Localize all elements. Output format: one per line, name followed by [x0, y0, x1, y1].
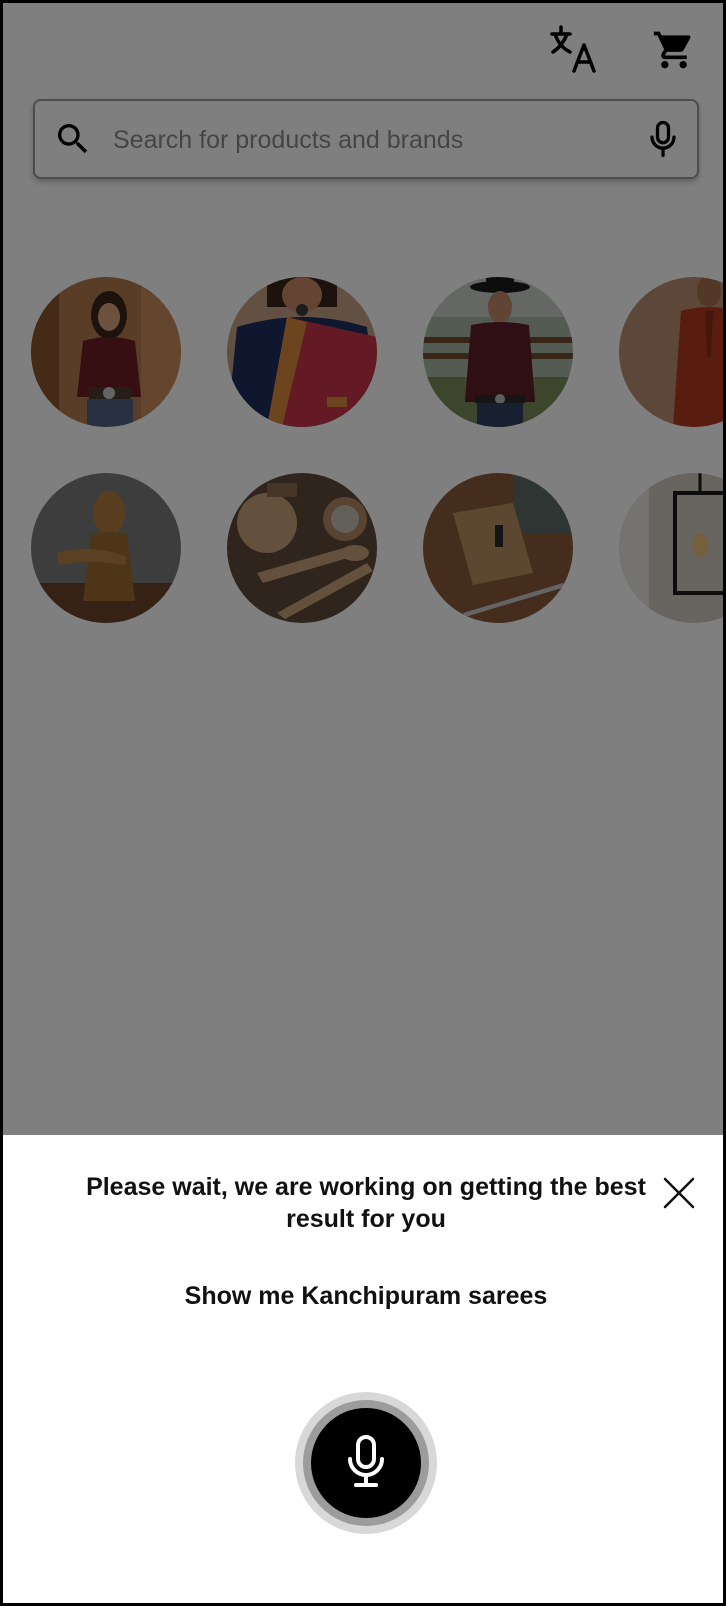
mic-ring [303, 1400, 429, 1526]
status-message: Please wait, we are working on getting t… [86, 1173, 646, 1233]
device-frame: Please wait, we are working on getting t… [0, 0, 726, 1606]
microphone-icon [348, 1435, 384, 1487]
voice-search-sheet: Please wait, we are working on getting t… [3, 1135, 723, 1603]
voice-mic-button[interactable] [295, 1392, 437, 1534]
home-screen: Please wait, we are working on getting t… [3, 3, 723, 1603]
mic-button-core [311, 1408, 421, 1518]
recognized-query: Show me Kanchipuram sarees [184, 1282, 548, 1310]
close-icon[interactable] [657, 1171, 701, 1215]
